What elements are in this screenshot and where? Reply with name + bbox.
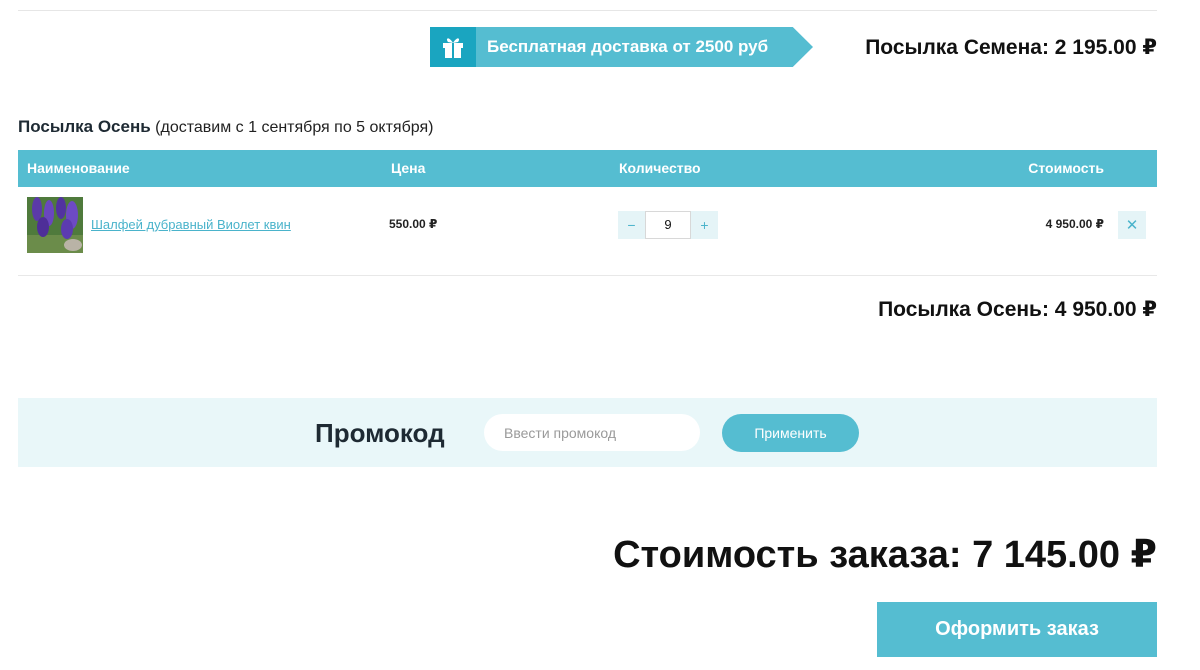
checkout-button[interactable]: Оформить заказ [877, 602, 1157, 657]
column-price: Цена [391, 160, 426, 176]
column-cost: Стоимость [1028, 160, 1104, 176]
parcel-semena-total: Посылка Семена: 2 195.00 ₽ [865, 36, 1157, 59]
close-icon[interactable]: ✕ [1118, 211, 1146, 239]
column-quantity: Количество [619, 160, 701, 176]
row-divider [18, 275, 1157, 276]
promo-label: Промокод [315, 418, 445, 448]
minus-icon[interactable]: − [618, 211, 645, 239]
apply-promo-button[interactable]: Применить [722, 414, 859, 452]
table-header: Наименование Цена Количество Стоимость [18, 150, 1157, 187]
product-cost: 4 950.00 ₽ [1045, 217, 1104, 231]
promo-code-input[interactable] [484, 414, 700, 451]
gift-icon [430, 27, 476, 67]
product-name-link[interactable]: Шалфей дубравный Виолет квин [91, 217, 291, 232]
free-shipping-text: Бесплатная доставка от 2500 руб [476, 27, 813, 67]
plus-icon[interactable]: + [691, 211, 718, 239]
parcel-name: Посылка Осень [18, 117, 151, 136]
quantity-stepper: − 9 + [618, 211, 718, 239]
column-name: Наименование [27, 160, 130, 176]
parcel-title: Посылка Осень (доставим с 1 сентября по … [18, 117, 433, 137]
product-image[interactable] [27, 197, 83, 253]
product-price: 550.00 ₽ [389, 217, 438, 231]
delivery-note: (доставим с 1 сентября по 5 октября) [155, 119, 434, 136]
divider [18, 10, 1157, 11]
parcel-osen-total: Посылка Осень: 4 950.00 ₽ [878, 298, 1157, 321]
order-total: Стоимость заказа: 7 145.00 ₽ [613, 534, 1157, 576]
quantity-field[interactable]: 9 [645, 211, 691, 239]
promo-section: Промокод Применить [18, 398, 1157, 467]
